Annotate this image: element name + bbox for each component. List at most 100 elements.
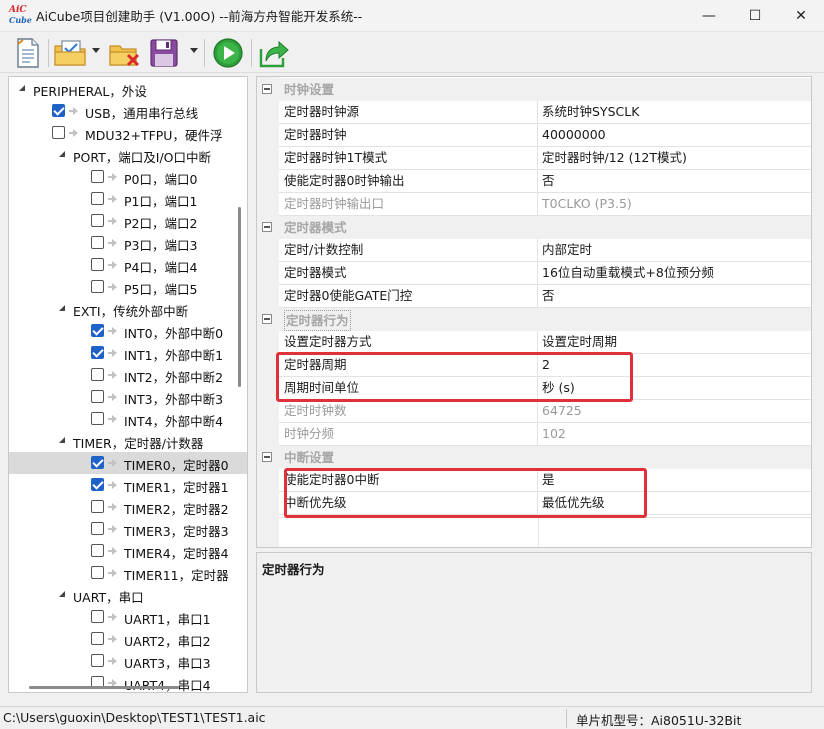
tree-group-uart[interactable]: UART，串口 [9, 584, 247, 606]
property-row-clock-source[interactable]: 定时器时钟源 系统时钟SYSCLK [257, 101, 811, 124]
tree-vertical-scrollbar[interactable] [238, 207, 241, 387]
close-project-button[interactable] [108, 37, 142, 69]
peripheral-tree[interactable]: PERIPHERAL，外设 USB，通用串行总线 MDU32+TFPU，硬件浮 POR… [8, 76, 248, 693]
tree-item-p2[interactable]: P2口，端口2 [9, 210, 247, 232]
tree-item-int2[interactable]: INT2，外部中断2 [9, 364, 247, 386]
tree-item-timer3[interactable]: TIMER3，定时器3 [9, 518, 247, 540]
tree-item-int3[interactable]: INT3，外部中断3 [9, 386, 247, 408]
checkbox[interactable] [91, 632, 104, 645]
tree-item-int0[interactable]: INT0，外部中断0 [9, 320, 247, 342]
checkbox[interactable] [91, 214, 104, 227]
checkbox[interactable] [91, 566, 104, 579]
collapse-icon[interactable] [262, 222, 272, 232]
checkbox[interactable] [91, 390, 104, 403]
category-interrupt[interactable]: 中断设置 [257, 446, 811, 469]
tree-item-label: TIMER0，定时器0 [124, 458, 229, 473]
open-project-button[interactable] [54, 37, 88, 69]
property-row-timer-mode[interactable]: 定时器模式 16位自动重载模式+8位预分频 [257, 262, 811, 285]
description-title: 定时器行为 [262, 562, 325, 577]
category-timer-behavior[interactable]: 定时器行为 [257, 308, 811, 331]
tree-item-timer2[interactable]: TIMER2，定时器2 [9, 496, 247, 518]
tree-item-p0[interactable]: P0口，端口0 [9, 166, 247, 188]
minimize-button[interactable]: — [686, 0, 732, 32]
expand-collapse-icon[interactable] [59, 591, 67, 599]
tree-item-uart2[interactable]: UART2，串口2 [9, 628, 247, 650]
property-row-1t-mode[interactable]: 定时器时钟1T模式 定时器时钟/12 (12T模式) [257, 147, 811, 170]
maximize-button[interactable]: ☐ [732, 0, 778, 32]
expand-collapse-icon[interactable] [59, 437, 67, 445]
property-value[interactable]: 16位自动重载模式+8位预分频 [538, 262, 811, 285]
checkbox[interactable] [91, 500, 104, 513]
property-row-clock[interactable]: 定时器时钟 40000000 [257, 124, 811, 147]
tree-item-p5[interactable]: P5口，端口5 [9, 276, 247, 298]
tree-group-port[interactable]: PORT，端口及I/O口中断 [9, 144, 247, 166]
property-value[interactable]: 否 [538, 170, 811, 193]
expand-collapse-icon[interactable] [19, 85, 27, 93]
tree-horizontal-scrollbar[interactable] [29, 686, 179, 689]
property-value[interactable]: 否 [538, 285, 811, 308]
tree-group-peripheral[interactable]: PERIPHERAL，外设 [9, 78, 247, 100]
tree-group-timer[interactable]: TIMER，定时器/计数器 [9, 430, 247, 452]
expand-collapse-icon[interactable] [59, 305, 67, 313]
tree-item-p3[interactable]: P3口，端口3 [9, 232, 247, 254]
tree-item-mdu32-tfpu[interactable]: MDU32+TFPU，硬件浮 [9, 122, 247, 144]
collapse-icon[interactable] [262, 314, 272, 324]
tree-item-uart4[interactable]: UART4，串口4 [9, 672, 247, 692]
checkbox[interactable] [91, 368, 104, 381]
tree-item-timer11[interactable]: TIMER11，定时器 [9, 562, 247, 584]
tree-item-timer4[interactable]: TIMER4，定时器4 [9, 540, 247, 562]
tree-item-timer0[interactable]: TIMER0，定时器0 [9, 452, 247, 474]
checkbox[interactable] [91, 280, 104, 293]
category-clock[interactable]: 时钟设置 [257, 78, 811, 101]
property-name: 使能定时器0时钟输出 [279, 170, 538, 193]
arrow-right-icon [108, 458, 118, 468]
property-value[interactable]: 40000000 [538, 124, 811, 147]
open-dropdown-arrow[interactable] [92, 48, 100, 53]
expand-collapse-icon[interactable] [59, 151, 67, 159]
checkbox[interactable] [91, 522, 104, 535]
collapse-icon[interactable] [262, 452, 272, 462]
checkbox[interactable] [91, 170, 104, 183]
export-button[interactable] [258, 37, 290, 69]
checkbox[interactable] [91, 478, 104, 491]
new-file-button[interactable] [14, 37, 42, 69]
checkbox[interactable] [52, 104, 65, 117]
checkbox[interactable] [91, 236, 104, 249]
tree-item-label: P3口，端口3 [124, 238, 198, 253]
tree-item-uart1[interactable]: UART1，串口1 [9, 606, 247, 628]
property-value[interactable]: 内部定时 [538, 239, 811, 262]
save-button[interactable] [148, 37, 182, 69]
tree-item-int1[interactable]: INT1，外部中断1 [9, 342, 247, 364]
tree-item-usb[interactable]: USB，通用串行总线 [9, 100, 247, 122]
checkbox[interactable] [91, 544, 104, 557]
category-timer-mode[interactable]: 定时器模式 [257, 216, 811, 239]
tree-item-p1[interactable]: P1口，端口1 [9, 188, 247, 210]
property-row-gate[interactable]: 定时器0使能GATE门控 否 [257, 285, 811, 308]
property-row-clock-output-enable[interactable]: 使能定时器0时钟输出 否 [257, 170, 811, 193]
checkbox[interactable] [91, 412, 104, 425]
checkbox[interactable] [91, 324, 104, 337]
close-button[interactable]: ✕ [778, 0, 824, 32]
arrow-right-icon [69, 128, 79, 138]
run-button[interactable] [211, 37, 245, 69]
property-value[interactable]: 定时器时钟/12 (12T模式) [538, 147, 811, 170]
tree-item-timer1[interactable]: TIMER1，定时器1 [9, 474, 247, 496]
checkbox[interactable] [52, 126, 65, 139]
checkbox[interactable] [91, 346, 104, 359]
tree-item-int4[interactable]: INT4，外部中断4 [9, 408, 247, 430]
save-dropdown-arrow[interactable] [190, 48, 198, 53]
property-row-count-control[interactable]: 定时/计数控制 内部定时 [257, 239, 811, 262]
property-value[interactable]: 系统时钟SYSCLK [538, 101, 811, 124]
checkbox[interactable] [91, 610, 104, 623]
tree-item-p4[interactable]: P4口，端口4 [9, 254, 247, 276]
property-value[interactable]: 设置定时周期 [538, 331, 811, 354]
checkbox[interactable] [91, 192, 104, 205]
property-row-set-method[interactable]: 设置定时器方式 设置定时周期 [257, 331, 811, 354]
checkbox[interactable] [91, 456, 104, 469]
checkbox[interactable] [91, 258, 104, 271]
tree-group-exti[interactable]: EXTI，传统外部中断 [9, 298, 247, 320]
collapse-icon[interactable] [262, 84, 272, 94]
tree-item-uart3[interactable]: UART3，串口3 [9, 650, 247, 672]
property-grid[interactable]: 时钟设置 定时器时钟源 系统时钟SYSCLK 定时器时钟 40000000 定时… [256, 76, 812, 548]
checkbox[interactable] [91, 654, 104, 667]
